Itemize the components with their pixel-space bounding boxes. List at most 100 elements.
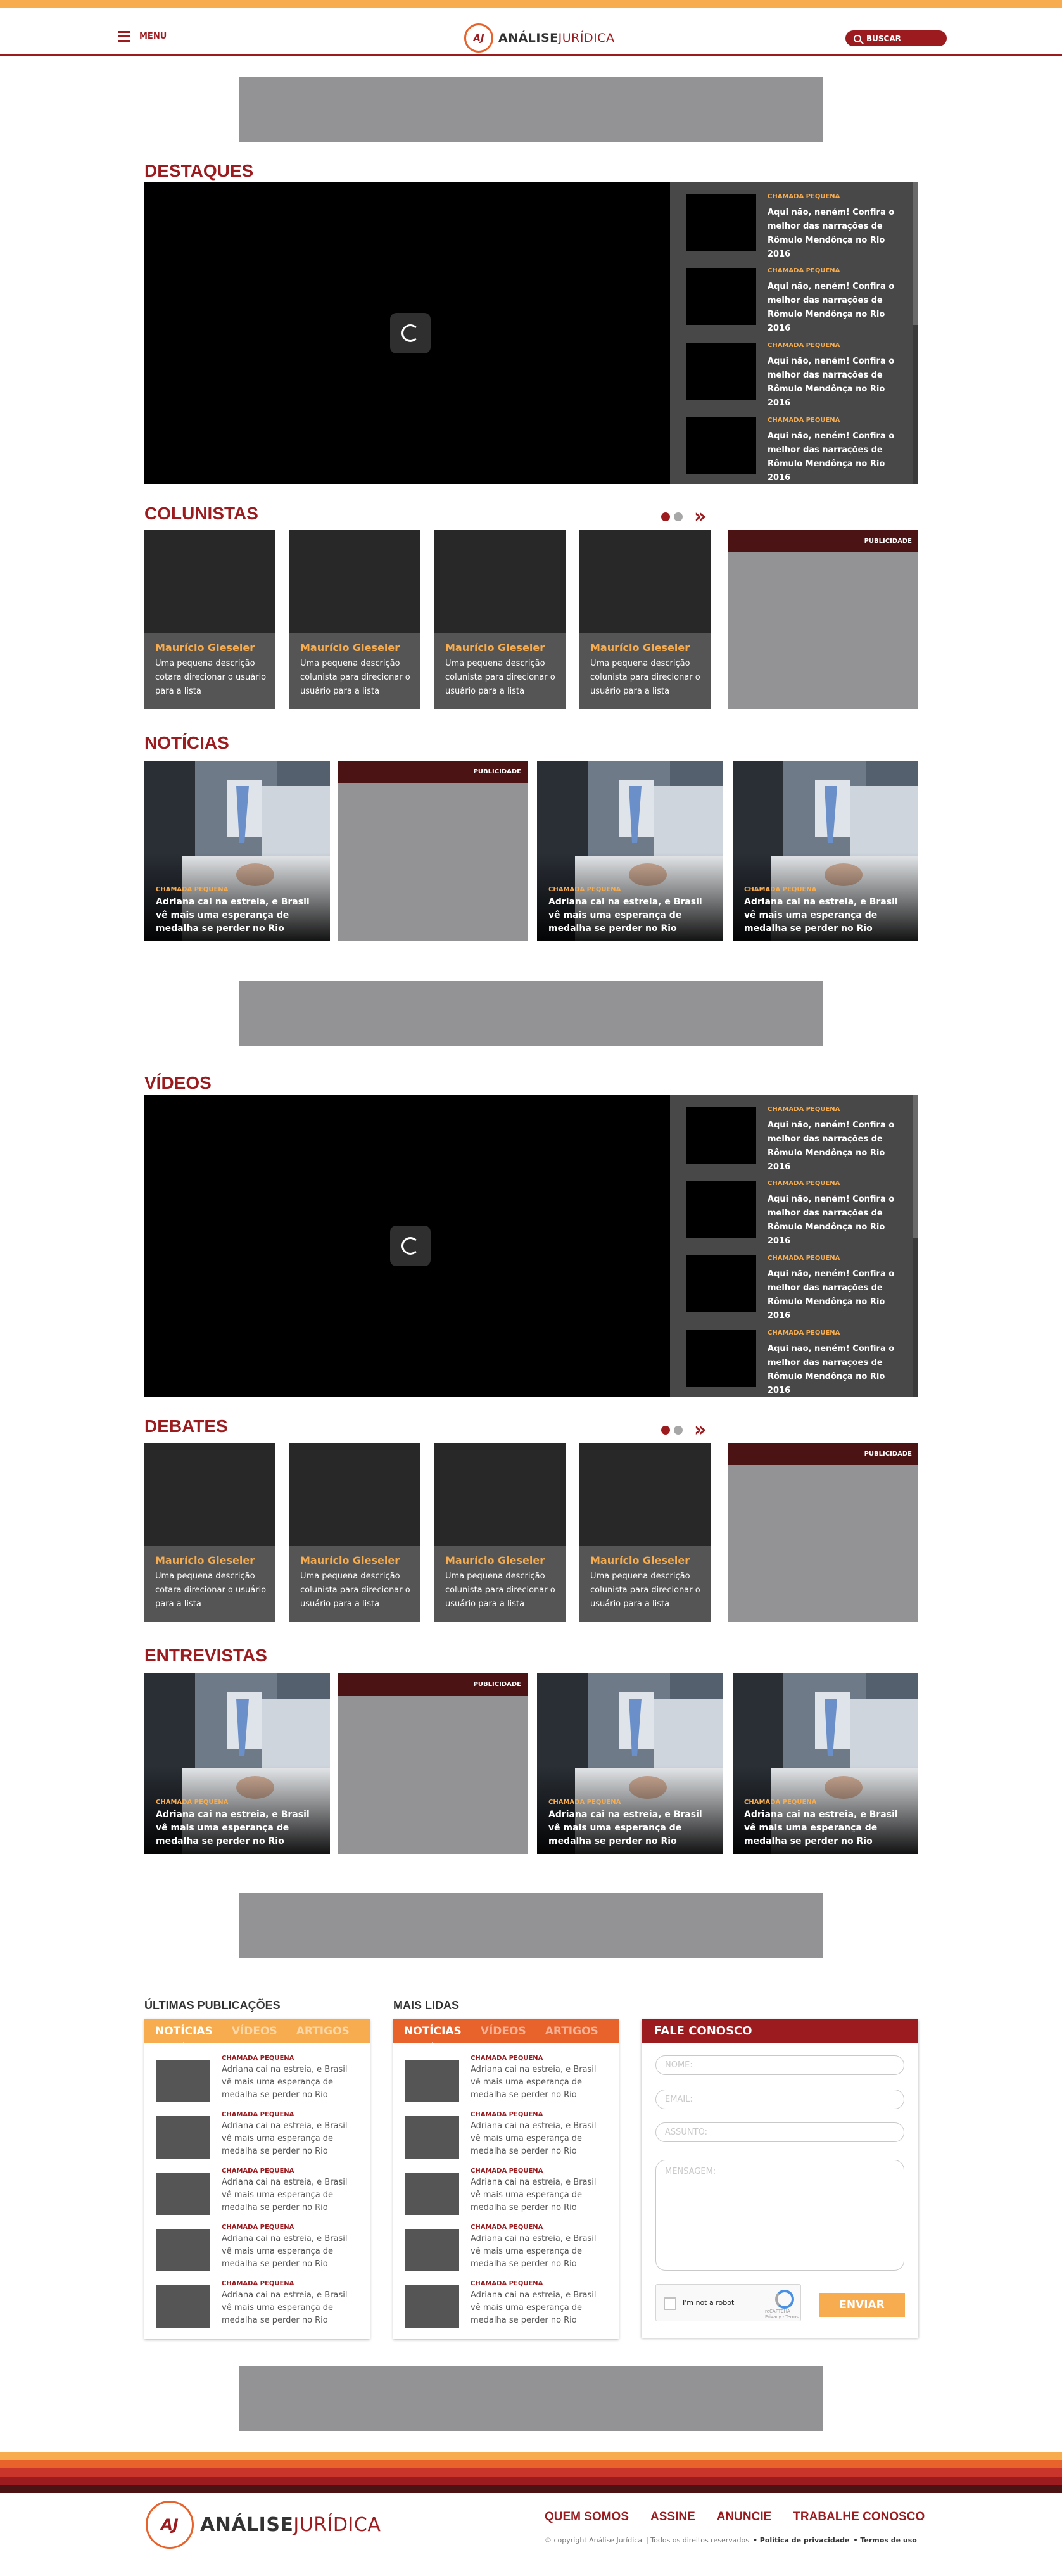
list-item[interactable]: CHAMADA PEQUENA Adriana cai na estreia, e…: [405, 2055, 607, 2105]
search-icon: [854, 34, 861, 42]
message-field[interactable]: MENSAGEM:: [655, 2160, 904, 2271]
news-card[interactable]: CHAMADA PEQUENA Adriana cai na estreia, …: [733, 761, 918, 941]
interview-card[interactable]: CHAMADA PEQUENA Adriana cai na estreia, …: [733, 1673, 918, 1854]
debate-card[interactable]: Maurício Gieseler Uma pequena descrição c…: [144, 1443, 275, 1622]
captcha-label: I'm not a robot: [683, 2299, 735, 2307]
footer-link-trabalhe-conosco[interactable]: TRABALHE CONOSCO: [793, 2510, 925, 2524]
ad-banner-bottom[interactable]: [239, 2366, 823, 2431]
contact-title: FALE CONOSCO: [642, 2019, 918, 2043]
debate-card[interactable]: Maurício Gieseler Uma pequena descrição c…: [289, 1443, 420, 1622]
playlist-item[interactable]: CHAMADA PEQUENA Aqui não, neném! Confira …: [686, 1244, 895, 1321]
subject-field[interactable]: ASSUNTO:: [655, 2122, 904, 2142]
tab-noticias[interactable]: NOTÍCIAS: [155, 2025, 213, 2046]
section-title-noticias: NOTÍCIAS: [144, 733, 229, 752]
playlist-thumbnail: [686, 1255, 756, 1312]
email-field[interactable]: EMAIL:: [655, 2090, 904, 2109]
debate-card[interactable]: Maurício Gieseler Uma pequena descrição c…: [579, 1443, 711, 1622]
footer-link-anuncie[interactable]: ANUNCIE: [717, 2510, 772, 2524]
news-card[interactable]: CHAMADA PEQUENA Adriana cai na estreia, …: [537, 761, 723, 941]
captcha-terms[interactable]: Privacy - Terms: [765, 2314, 799, 2319]
list-thumbnail: [405, 2173, 459, 2215]
tab-videos[interactable]: VÍDEOS: [481, 2025, 526, 2038]
news-headline: Adriana cai na estreia, e Brasil vê mais…: [744, 1810, 898, 1846]
name-field[interactable]: NOME:: [655, 2055, 904, 2075]
list-item[interactable]: CHAMADA PEQUENA Adriana cai na estreia, e…: [405, 2224, 607, 2275]
ad-banner-middle[interactable]: [239, 981, 823, 1046]
playlist-tag: CHAMADA PEQUENA: [768, 1329, 840, 1336]
ad-inline[interactable]: PUBLICIDADE: [338, 1673, 528, 1854]
debate-card[interactable]: Maurício Gieseler Uma pequena descrição c…: [434, 1443, 566, 1622]
captcha-checkbox[interactable]: [664, 2297, 676, 2310]
playlist-title: Aqui não, neném! Confira o melhor das na…: [768, 1344, 895, 1395]
menu-button[interactable]: MENU: [118, 31, 167, 42]
tab-artigos[interactable]: ARTIGOS: [545, 2025, 598, 2038]
playlist-item[interactable]: CHAMADA PEQUENA Aqui não, neném! Confira …: [686, 1319, 895, 1395]
playlist-title: Aqui não, neném! Confira o melhor das na…: [768, 431, 895, 483]
ad-sidebar[interactable]: PUBLICIDADE: [728, 1443, 918, 1622]
news-card[interactable]: CHAMADA PEQUENA Adriana cai na estreia, …: [144, 761, 330, 941]
list-item[interactable]: CHAMADA PEQUENA Adriana cai na estreia, e…: [405, 2111, 607, 2162]
playlist-item[interactable]: CHAMADA PEQUENA Aqui não, neném! Confira …: [686, 1169, 895, 1246]
ad-banner-top[interactable]: [239, 77, 823, 142]
list-thumbnail: [156, 2285, 210, 2328]
interview-card[interactable]: CHAMADA PEQUENA Adriana cai na estreia, …: [537, 1673, 723, 1854]
playlist-tag: CHAMADA PEQUENA: [768, 1180, 840, 1187]
search-button[interactable]: BUSCAR: [845, 30, 947, 46]
list-item[interactable]: CHAMADA PEQUENA Adriana cai na estreia, e…: [156, 2280, 358, 2331]
playlist-title: Aqui não, neném! Confira o melhor das na…: [768, 1269, 895, 1321]
ad-inline[interactable]: PUBLICIDADE: [338, 761, 528, 941]
columnist-card[interactable]: Maurício Gieseler Uma pequena descrição c…: [144, 530, 275, 709]
tab-artigos[interactable]: ARTIGOS: [296, 2025, 350, 2038]
playlist-item[interactable]: CHAMADA PEQUENA Aqui não, neném! Confira …: [686, 182, 895, 259]
playlist-item[interactable]: CHAMADA PEQUENA Aqui não, neném! Confira …: [686, 331, 895, 408]
tab-noticias[interactable]: NOTÍCIAS: [404, 2025, 462, 2046]
news-tag: CHAMADA PEQUENA: [744, 886, 817, 893]
privacy-link[interactable]: • Política de privacidade: [753, 2536, 850, 2544]
site-logo[interactable]: AJ ANÁLISEJURÍDICA: [464, 23, 614, 53]
list-tag: CHAMADA PEQUENA: [471, 2280, 543, 2287]
send-button[interactable]: ENVIAR: [819, 2293, 905, 2317]
list-tag: CHAMADA PEQUENA: [222, 2111, 294, 2118]
footer-logo[interactable]: AJ ANÁLISEJURÍDICA: [146, 2501, 381, 2549]
tab-videos[interactable]: VÍDEOS: [232, 2025, 277, 2038]
next-arrow-icon[interactable]: »: [694, 507, 706, 526]
playlist-item[interactable]: CHAMADA PEQUENA Aqui não, neném! Confira …: [686, 406, 895, 483]
list-item[interactable]: CHAMADA PEQUENA Adriana cai na estreia, e…: [405, 2280, 607, 2331]
playlist-item[interactable]: CHAMADA PEQUENA Aqui não, neném! Confira …: [686, 1095, 895, 1172]
news-headline: Adriana cai na estreia, e Brasil vê mais…: [156, 897, 310, 934]
list-item[interactable]: CHAMADA PEQUENA Adriana cai na estreia, e…: [156, 2111, 358, 2162]
interview-card[interactable]: CHAMADA PEQUENA Adriana cai na estreia, …: [144, 1673, 330, 1854]
ad-banner-lower[interactable]: [239, 1893, 823, 1958]
debate-desc: Uma pequena descrição colunista para dir…: [445, 1571, 555, 1609]
list-item[interactable]: CHAMADA PEQUENA Adriana cai na estreia, e…: [156, 2055, 358, 2105]
next-arrow-icon[interactable]: »: [694, 1421, 706, 1440]
list-tag: CHAMADA PEQUENA: [471, 2224, 543, 2231]
logo-accent-text: JURÍDICA: [293, 2513, 381, 2536]
list-item[interactable]: CHAMADA PEQUENA Adriana cai na estreia, e…: [405, 2167, 607, 2218]
list-item[interactable]: CHAMADA PEQUENA Adriana cai na estreia, e…: [156, 2167, 358, 2218]
list-thumbnail: [156, 2060, 210, 2102]
columnist-desc: Uma pequena descrição colunista para dir…: [445, 659, 555, 696]
playlist-scrollbar[interactable]: [913, 182, 918, 484]
columnist-card[interactable]: Maurício Gieseler Uma pequena descrição c…: [579, 530, 711, 709]
list-thumbnail: [405, 2285, 459, 2328]
playlist-scrollbar[interactable]: [913, 1095, 918, 1397]
featured-video-player[interactable]: CHAMADA PEQUENA Aqui não, neném! Confira …: [144, 182, 918, 484]
terms-link[interactable]: • Termos de uso: [854, 2536, 917, 2544]
list-title-ultimas: ÚLTIMAS PUBLICAÇÕES: [144, 1999, 281, 2012]
pager-dot[interactable]: [661, 512, 670, 521]
ad-sidebar[interactable]: PUBLICIDADE: [728, 530, 918, 709]
pager-dot[interactable]: [674, 512, 683, 521]
logo-mark: AJ: [146, 2501, 194, 2549]
columnist-card[interactable]: Maurício Gieseler Uma pequena descrição c…: [434, 530, 566, 709]
pager-dot[interactable]: [674, 1426, 683, 1435]
videos-player[interactable]: CHAMADA PEQUENA Aqui não, neném! Confira …: [144, 1095, 918, 1397]
list-item[interactable]: CHAMADA PEQUENA Adriana cai na estreia, e…: [156, 2224, 358, 2275]
list-thumbnail: [405, 2229, 459, 2271]
playlist-thumbnail: [686, 1181, 756, 1238]
footer-link-assine[interactable]: ASSINE: [650, 2510, 695, 2524]
columnist-card[interactable]: Maurício Gieseler Uma pequena descrição c…: [289, 530, 420, 709]
footer-link-quem-somos[interactable]: QUEM SOMOS: [545, 2510, 629, 2524]
playlist-item[interactable]: CHAMADA PEQUENA Aqui não, neném! Confira …: [686, 257, 895, 333]
pager-dot[interactable]: [661, 1426, 670, 1435]
